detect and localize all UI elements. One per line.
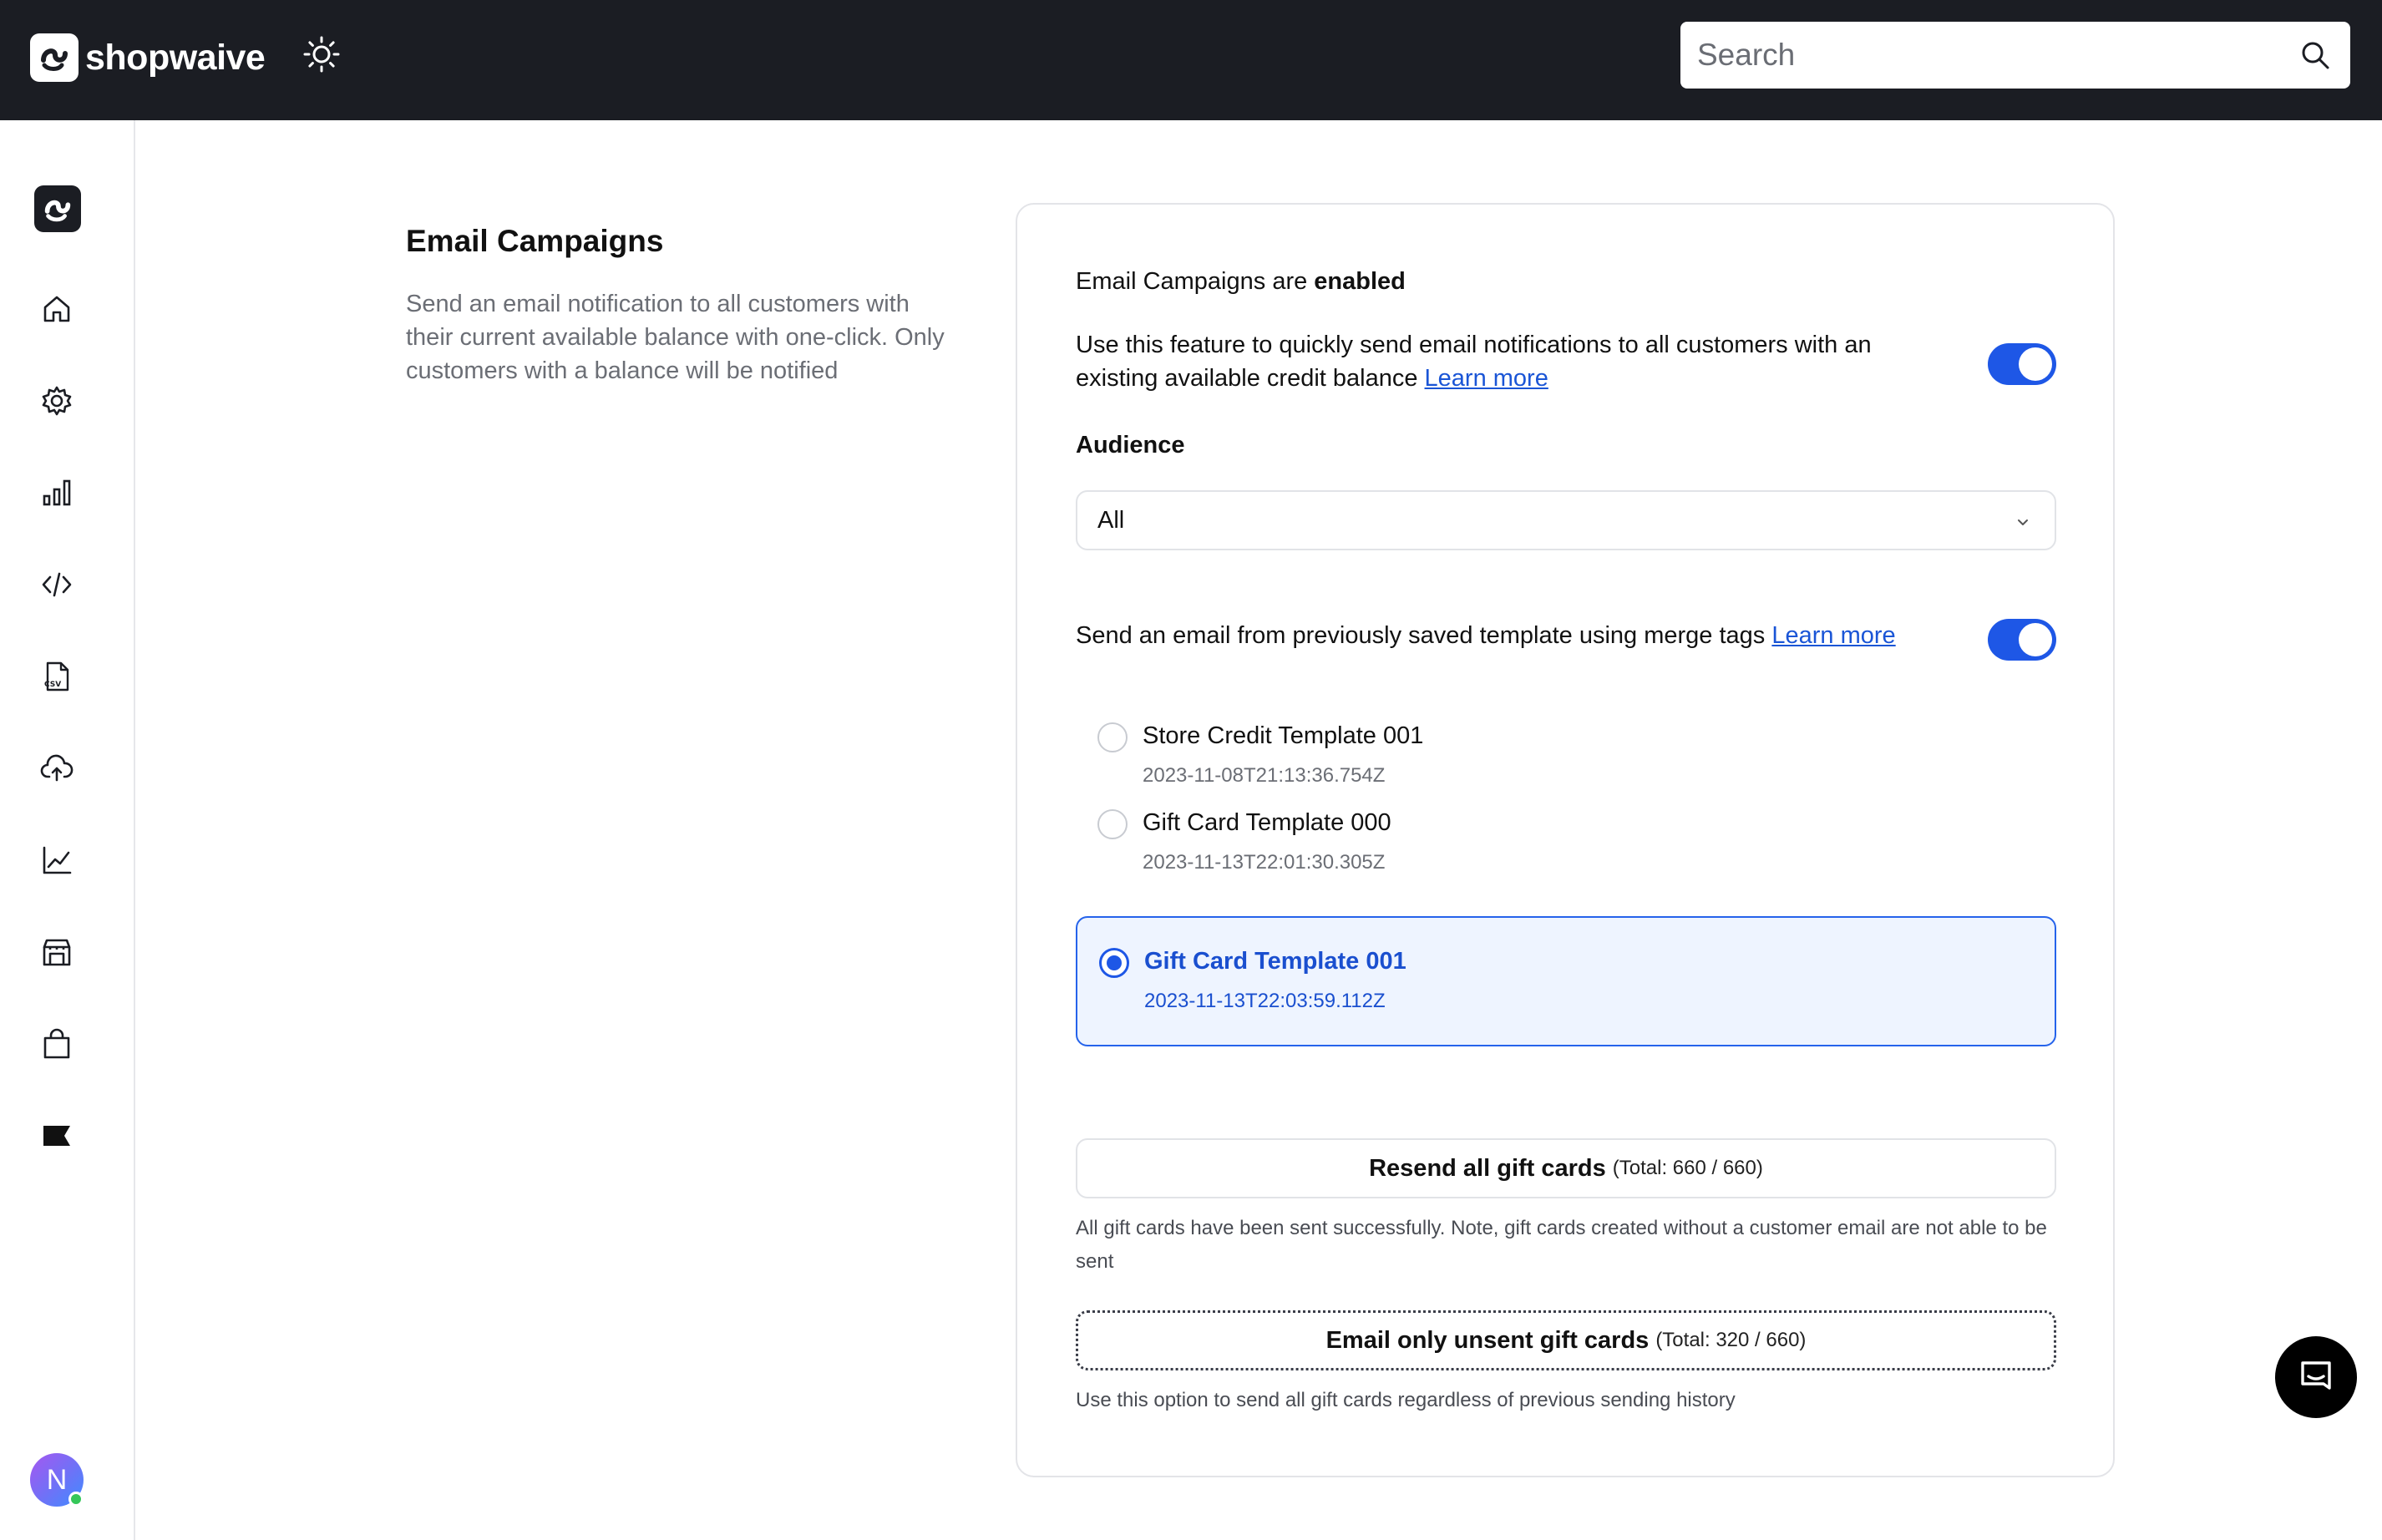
online-status-dot [68, 1492, 84, 1507]
gear-icon[interactable] [33, 377, 80, 424]
search-input[interactable] [1680, 22, 2282, 89]
chat-support-button[interactable] [2275, 1336, 2357, 1418]
shopping-bag-icon[interactable] [33, 1021, 80, 1067]
template-date: 2023-11-13T22:03:59.112Z [1144, 990, 1386, 1012]
email-unsent-gift-cards-button[interactable]: Email only unsent gift cards (Total: 320 … [1076, 1310, 2056, 1370]
template-name: Gift Card Template 001 [1144, 948, 1406, 975]
audience-label: Audience [1076, 432, 1185, 458]
resend-total: (Total: 660 / 660) [1612, 1157, 1763, 1179]
storefront-icon[interactable] [33, 929, 80, 975]
avatar-initial: N [46, 1463, 68, 1496]
section-description: Send an email notification to all custom… [406, 291, 945, 384]
feature-learn-more-link[interactable]: Learn more [1425, 365, 1548, 392]
chat-icon [2297, 1356, 2335, 1399]
shopwaive-logo-icon [30, 33, 79, 82]
unsent-total: (Total: 320 / 660) [1655, 1329, 1807, 1351]
resend-label: Resend all gift cards [1369, 1154, 1606, 1182]
template-name: Gift Card Template 000 [1143, 809, 1391, 836]
template-date: 2023-11-13T22:01:30.305Z [1143, 851, 1386, 874]
section-title: Email Campaigns [406, 224, 664, 258]
brand[interactable]: shopwaive [30, 33, 266, 82]
csv-file-icon[interactable]: CSV [33, 653, 80, 700]
template-date: 2023-11-08T21:13:36.754Z [1143, 764, 1386, 787]
template-toggle[interactable] [1988, 619, 2056, 661]
home-icon[interactable] [33, 286, 80, 332]
template-option-gift-card-001[interactable]: Gift Card Template 001 2023-11-13T22:03:… [1076, 916, 2056, 1046]
shopwaive-app-icon[interactable] [34, 185, 81, 232]
resend-help-text: All gift cards have been sent successful… [1076, 1217, 2047, 1273]
search-icon[interactable] [2298, 38, 2332, 72]
avatar[interactable]: N [30, 1453, 84, 1507]
template-learn-more-link[interactable]: Learn more [1771, 622, 1895, 649]
template-option-store-credit-001[interactable]: Store Credit Template 001 2023-11-08T21:… [1076, 722, 2056, 803]
radio-button[interactable] [1097, 722, 1128, 752]
svg-text:CSV: CSV [44, 681, 61, 689]
search-box [1680, 22, 2350, 89]
sun-icon[interactable] [302, 35, 341, 73]
resend-all-gift-cards-button[interactable]: Resend all gift cards (Total: 660 / 660) [1076, 1138, 2056, 1198]
flag-icon[interactable] [33, 1112, 80, 1159]
chevron-down-icon [2015, 514, 2031, 530]
campaign-status: Email Campaigns are enabled [1076, 268, 1406, 296]
radio-button[interactable] [1097, 809, 1128, 839]
template-name: Store Credit Template 001 [1143, 722, 1424, 749]
toggle-knob [2019, 623, 2052, 656]
top-bar: shopwaive [0, 0, 2382, 120]
cloud-upload-icon[interactable] [33, 745, 80, 792]
email-campaigns-toggle[interactable] [1988, 343, 2056, 385]
status-prefix: Email Campaigns are [1076, 268, 1315, 295]
bar-chart-icon[interactable] [33, 469, 80, 516]
template-description: Send an email from previously saved temp… [1076, 622, 1896, 650]
unsent-label: Email only unsent gift cards [1325, 1326, 1650, 1354]
template-text: Send an email from previously saved temp… [1076, 622, 1772, 649]
brand-name: shopwaive [85, 37, 266, 78]
radio-button-selected[interactable] [1099, 948, 1129, 978]
template-option-gift-card-000[interactable]: Gift Card Template 000 2023-11-13T22:01:… [1076, 809, 2056, 889]
status-value: enabled [1314, 268, 1406, 295]
unsent-help-text: Use this option to send all gift cards r… [1076, 1389, 1736, 1411]
audience-select[interactable]: All [1076, 490, 2056, 550]
toggle-knob [2019, 347, 2052, 381]
code-icon[interactable] [33, 561, 80, 608]
sidebar: CSV N [0, 120, 135, 1540]
trend-chart-icon[interactable] [33, 837, 80, 884]
feature-description: Use this feature to quickly send email n… [1076, 328, 1944, 395]
email-campaigns-card: Email Campaigns are enabled Use this fea… [1016, 203, 2115, 1477]
audience-selected-value: All [1097, 507, 1125, 534]
